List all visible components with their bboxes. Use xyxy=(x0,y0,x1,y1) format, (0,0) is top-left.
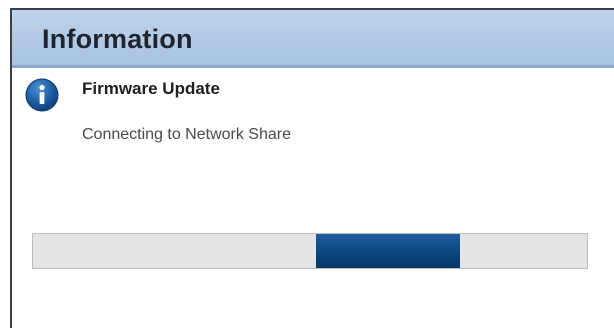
dialog-heading: Firmware Update xyxy=(82,79,220,98)
status-message: Connecting to Network Share xyxy=(82,126,291,143)
information-dialog: Information Firmware Update Connecting t… xyxy=(10,8,614,328)
progress-bar-fill xyxy=(316,234,460,268)
progress-bar xyxy=(32,233,588,269)
dialog-title: Information xyxy=(42,24,193,54)
dialog-titlebar: Information xyxy=(12,10,614,68)
info-icon xyxy=(25,78,59,112)
